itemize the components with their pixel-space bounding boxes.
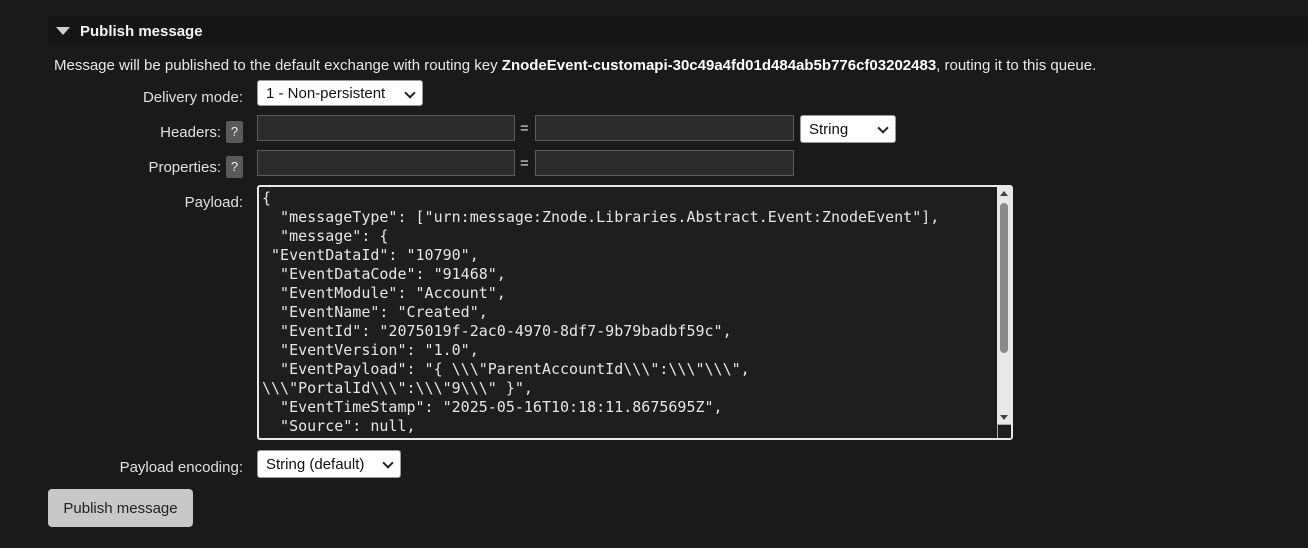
payload-textarea[interactable]: { "messageType": ["urn:message:Znode.Lib… — [257, 185, 1013, 440]
property-equals: = — [520, 155, 529, 172]
chevron-down-icon — [404, 87, 416, 99]
chevron-down-icon — [877, 122, 889, 134]
publish-message-button[interactable]: Publish message — [48, 489, 193, 527]
scroll-down-icon[interactable] — [1000, 415, 1008, 420]
publish-message-section-header[interactable]: Publish message — [48, 16, 1308, 46]
property-value-input[interactable] — [535, 150, 794, 176]
header-key-input[interactable] — [257, 115, 515, 141]
header-type-select[interactable]: String — [800, 115, 896, 143]
properties-help-button[interactable]: ? — [226, 156, 243, 178]
resize-handle-icon[interactable] — [997, 424, 1011, 438]
header-type-value: String — [809, 120, 849, 138]
header-equals: = — [520, 120, 529, 137]
payload-encoding-select[interactable]: String (default) — [257, 450, 401, 478]
delivery-mode-select[interactable]: 1 - Non-persistent — [257, 80, 423, 106]
section-title: Publish message — [80, 22, 203, 40]
payload-text: { "messageType": ["urn:message:Znode.Lib… — [262, 189, 940, 435]
info-suffix: , routing it to this queue. — [936, 57, 1097, 74]
header-value-input[interactable] — [535, 115, 794, 141]
payload-encoding-label: Payload encoding: — [119, 459, 243, 476]
scroll-thumb[interactable] — [1000, 203, 1008, 353]
routing-info-text: Message will be published to the default… — [54, 57, 1096, 74]
payload-encoding-value: String (default) — [266, 455, 365, 473]
scroll-up-icon[interactable] — [1000, 191, 1008, 196]
delivery-mode-value: 1 - Non-persistent — [266, 84, 386, 102]
headers-help-button[interactable]: ? — [226, 121, 243, 143]
routing-key: ZnodeEvent-customapi-30c49a4fd01d484ab5b… — [501, 57, 937, 74]
headers-label: Headers: — [160, 124, 221, 141]
delivery-mode-label: Delivery mode: — [142, 89, 243, 106]
chevron-down-icon — [382, 457, 394, 469]
payload-label: Payload: — [184, 194, 243, 211]
payload-scrollbar[interactable] — [997, 187, 1011, 424]
triangle-down-icon — [56, 27, 70, 35]
info-prefix: Message will be published to the default… — [54, 57, 502, 74]
properties-label: Properties: — [148, 159, 221, 176]
property-key-input[interactable] — [257, 150, 515, 176]
